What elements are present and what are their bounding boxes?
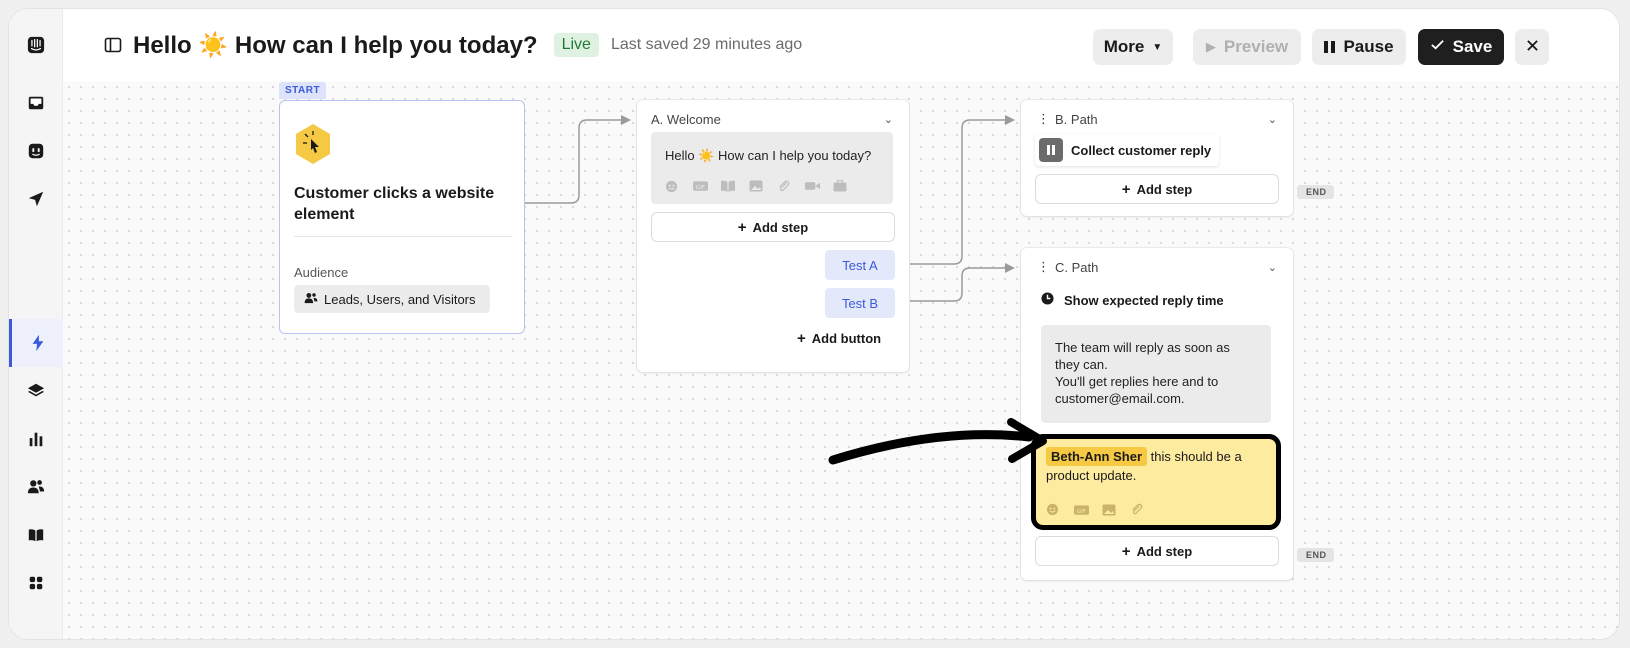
path-b-card[interactable]: ⋮ B. Path ⌄ Collect customer reply + Add… xyxy=(1021,100,1293,216)
add-button-label: Add button xyxy=(811,331,882,346)
reply-email: customer@email.com xyxy=(1055,391,1181,406)
save-button[interactable]: Save xyxy=(1418,29,1504,65)
emoji-icon[interactable] xyxy=(1046,503,1060,516)
outbound-send-icon[interactable] xyxy=(9,175,63,223)
end-badge: END xyxy=(1297,548,1334,562)
more-button-label: More xyxy=(1103,37,1145,56)
plus-icon: + xyxy=(737,218,747,236)
cursor-click-icon xyxy=(294,123,332,165)
audience-chip[interactable]: Leads, Users, and Visitors xyxy=(294,285,490,313)
inbox-icon[interactable] xyxy=(9,79,63,127)
drag-handle-icon[interactable]: ⋮ xyxy=(1037,260,1050,274)
chevron-down-icon[interactable]: ⌄ xyxy=(1268,261,1277,274)
last-saved-text: Last saved 29 minutes ago xyxy=(610,36,803,53)
close-icon xyxy=(1526,37,1539,57)
chevron-down-icon[interactable]: ⌄ xyxy=(884,113,893,126)
emoji-icon[interactable] xyxy=(665,180,679,193)
chevron-down-icon[interactable]: ⌄ xyxy=(1268,113,1277,126)
chatbot-icon[interactable] xyxy=(9,127,63,175)
intercom-logo-icon[interactable] xyxy=(9,21,63,69)
reply-line-2: You'll get replies here and to xyxy=(1055,374,1219,389)
pause-button-label: Pause xyxy=(1343,37,1394,56)
save-button-label: Save xyxy=(1452,37,1493,56)
clock-icon xyxy=(1041,292,1054,308)
svg-text:GIF: GIF xyxy=(696,185,705,191)
welcome-message-text: Hello ☀️ How can I help you today? xyxy=(665,148,872,163)
plus-icon: + xyxy=(797,330,806,347)
more-button[interactable]: More ▼ xyxy=(1093,29,1173,65)
drag-handle-icon[interactable]: ⋮ xyxy=(1037,112,1050,126)
layers-icon[interactable] xyxy=(9,367,63,415)
people-icon xyxy=(304,292,318,307)
image-icon[interactable] xyxy=(749,180,763,192)
preview-button-label: Preview xyxy=(1223,37,1289,56)
image-icon[interactable] xyxy=(1102,503,1116,516)
toggle-panel-icon[interactable] xyxy=(103,35,123,55)
sidebar xyxy=(9,9,63,639)
collect-reply-step[interactable]: Collect customer reply xyxy=(1035,134,1220,166)
attachment-icon[interactable] xyxy=(1130,503,1144,515)
path-b-add-step-button[interactable]: + Add step xyxy=(1035,174,1279,204)
mention-tag[interactable]: Beth-Ann Sher xyxy=(1046,447,1147,466)
add-step-label: Add step xyxy=(752,219,809,235)
trigger-title: Customer clicks a website element xyxy=(294,185,495,223)
pause-icon xyxy=(1324,41,1336,53)
article-book-icon[interactable] xyxy=(721,180,735,192)
apps-grid-icon[interactable] xyxy=(9,559,63,607)
add-button-link[interactable]: + Add button xyxy=(797,330,881,347)
svg-text:GIF: GIF xyxy=(1077,509,1086,515)
reply-time-message[interactable]: The team will reply as soon as they can.… xyxy=(1041,325,1271,423)
collect-reply-label: Collect customer reply xyxy=(1071,142,1212,158)
plus-icon: + xyxy=(1121,542,1131,560)
path-c-card[interactable]: ⋮ C. Path ⌄ Show expected reply time The… xyxy=(1021,248,1293,580)
end-badge: END xyxy=(1297,185,1334,199)
reports-chart-icon[interactable] xyxy=(9,415,63,463)
expected-reply-label: Show expected reply time xyxy=(1064,292,1224,308)
video-icon[interactable] xyxy=(805,180,820,192)
automation-bolt-icon[interactable] xyxy=(9,319,63,367)
path-b-title: B. Path xyxy=(1055,112,1098,127)
workflow-title[interactable]: Hello ☀️ How can I help you today? xyxy=(133,31,538,60)
divider xyxy=(294,236,512,237)
caret-down-icon: ▼ xyxy=(1152,41,1163,53)
welcome-message-bubble[interactable]: Hello ☀️ How can I help you today? GIF xyxy=(651,132,893,204)
expected-reply-time-step[interactable]: Show expected reply time xyxy=(1041,292,1224,308)
start-trigger-card[interactable]: START Customer clicks a website element … xyxy=(279,82,525,334)
knowledge-book-icon[interactable] xyxy=(9,511,63,559)
close-button[interactable] xyxy=(1515,29,1549,65)
internal-note[interactable]: Beth-Ann Sher this should be a product u… xyxy=(1031,434,1281,530)
path-c-add-step-button[interactable]: + Add step xyxy=(1035,536,1279,566)
pause-button[interactable]: Pause xyxy=(1312,29,1406,65)
add-step-label: Add step xyxy=(1136,181,1193,197)
plus-icon: + xyxy=(1121,180,1131,198)
reply-button-test-a[interactable]: Test A xyxy=(825,250,895,280)
welcome-title: A. Welcome xyxy=(651,112,721,127)
audience-value: Leads, Users, and Visitors xyxy=(324,291,476,307)
welcome-add-step-button[interactable]: + Add step xyxy=(651,212,895,242)
contacts-people-icon[interactable] xyxy=(9,463,63,511)
preview-button[interactable]: ▶ Preview xyxy=(1193,29,1301,65)
note-toolbar: GIF xyxy=(1046,503,1144,516)
pause-step-icon xyxy=(1039,138,1063,162)
attachment-icon[interactable] xyxy=(777,180,791,192)
reply-period: . xyxy=(1180,391,1185,406)
add-step-label: Add step xyxy=(1136,543,1193,559)
audience-label: Audience xyxy=(294,265,349,280)
gif-icon[interactable]: GIF xyxy=(693,180,708,192)
reply-line-1: The team will reply as soon as they can. xyxy=(1055,340,1230,372)
gif-icon[interactable]: GIF xyxy=(1074,503,1089,515)
app-briefcase-icon[interactable] xyxy=(833,180,847,192)
editor-header: Hello ☀️ How can I help you today? Live … xyxy=(63,9,1619,81)
reply-button-test-b[interactable]: Test B xyxy=(825,288,895,318)
live-status-badge: Live xyxy=(553,33,599,57)
path-c-title: C. Path xyxy=(1055,260,1099,275)
checkmark-icon xyxy=(1430,37,1445,57)
start-badge: START xyxy=(279,82,327,99)
composer-toolbar: GIF xyxy=(665,180,847,193)
app-window: Hello ☀️ How can I help you today? Live … xyxy=(8,8,1620,640)
welcome-step-card[interactable]: A. Welcome ⌄ Hello ☀️ How can I help you… xyxy=(637,100,909,372)
play-icon: ▶ xyxy=(1205,39,1216,54)
